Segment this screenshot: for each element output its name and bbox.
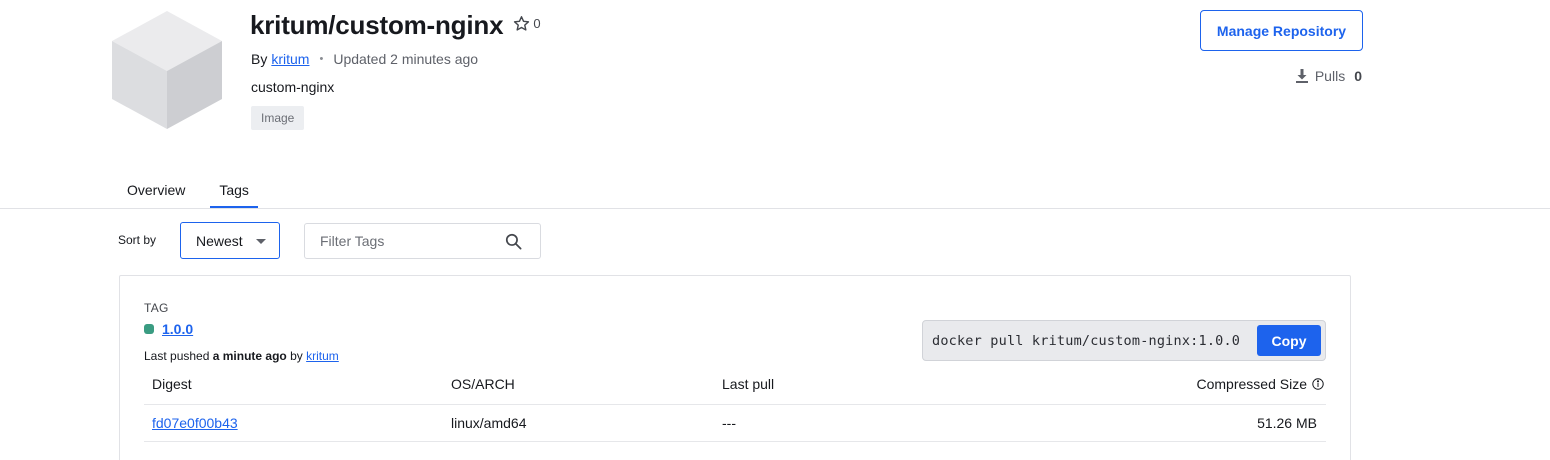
sort-value: Newest (196, 232, 243, 249)
tag-card (119, 275, 1351, 460)
repo-header: kritum/custom-nginx 0 (250, 10, 541, 41)
last-pull-cell: --- (722, 415, 736, 431)
compressed-size-header: Compressed Size (1197, 376, 1325, 392)
pushed-user-link[interactable]: kritum (306, 349, 339, 363)
tab-overview[interactable]: Overview (118, 172, 194, 208)
pushed-by: by (290, 349, 303, 363)
copy-button[interactable]: Copy (1257, 325, 1321, 356)
compressed-size-label: Compressed Size (1196, 376, 1308, 392)
os-arch-cell: linux/amd64 (451, 415, 527, 431)
tab-tags[interactable]: Tags (210, 172, 258, 209)
star-icon (514, 16, 530, 31)
digest-header: Digest (152, 376, 192, 392)
sort-select[interactable]: Newest (180, 222, 280, 259)
table-divider (144, 441, 1326, 442)
sort-label: Sort by (118, 233, 157, 247)
pull-command-text[interactable]: docker pull kritum/custom-nginx:1.0.0 (932, 333, 1240, 349)
repo-byline: By kritum • Updated 2 minutes ago (251, 51, 478, 67)
pulls-stat: Pulls 0 (1295, 68, 1362, 84)
table-divider (144, 404, 1326, 405)
star-count: 0 (533, 16, 541, 31)
tag-row: 1.0.0 (144, 321, 193, 337)
os-arch-header: OS/ARCH (451, 376, 515, 392)
image-badge: Image (251, 106, 305, 130)
updated-text: Updated 2 minutes ago (333, 51, 479, 67)
search-icon[interactable] (504, 232, 523, 251)
last-pushed-text: Last pushed a minute ago by kritum (144, 349, 339, 363)
last-pull-header: Last pull (722, 376, 775, 392)
pushed-time: a minute ago (212, 349, 287, 363)
owner-link[interactable]: kritum (271, 51, 309, 67)
repository-cube-icon (112, 11, 222, 129)
tag-status-dot (144, 324, 154, 334)
pushed-prefix: Last pushed (144, 349, 210, 363)
tabs-divider (0, 208, 1550, 209)
info-icon[interactable] (1312, 378, 1324, 390)
repo-description: custom-nginx (251, 79, 335, 95)
pulls-count: 0 (1354, 68, 1362, 84)
filter-tags-input[interactable] (320, 233, 500, 249)
compressed-size-cell: 51.26 MB (1257, 415, 1317, 431)
download-icon (1295, 69, 1308, 83)
caret-down-icon (256, 239, 266, 244)
separator-dot: • (319, 53, 324, 65)
tag-name-link[interactable]: 1.0.0 (162, 321, 193, 337)
digest-link[interactable]: fd07e0f00b43 (152, 415, 238, 431)
star-button[interactable]: 0 (513, 15, 541, 32)
tag-heading: TAG (144, 301, 169, 315)
by-label: By (251, 51, 268, 67)
pulls-label: Pulls (1314, 68, 1346, 84)
repo-tabs: Overview Tags (118, 172, 274, 209)
filter-tags-field[interactable] (304, 223, 541, 259)
pull-command-box: docker pull kritum/custom-nginx:1.0.0 Co… (922, 320, 1326, 361)
repo-title: kritum/custom-nginx (250, 10, 504, 40)
manage-repository-button[interactable]: Manage Repository (1200, 10, 1363, 51)
